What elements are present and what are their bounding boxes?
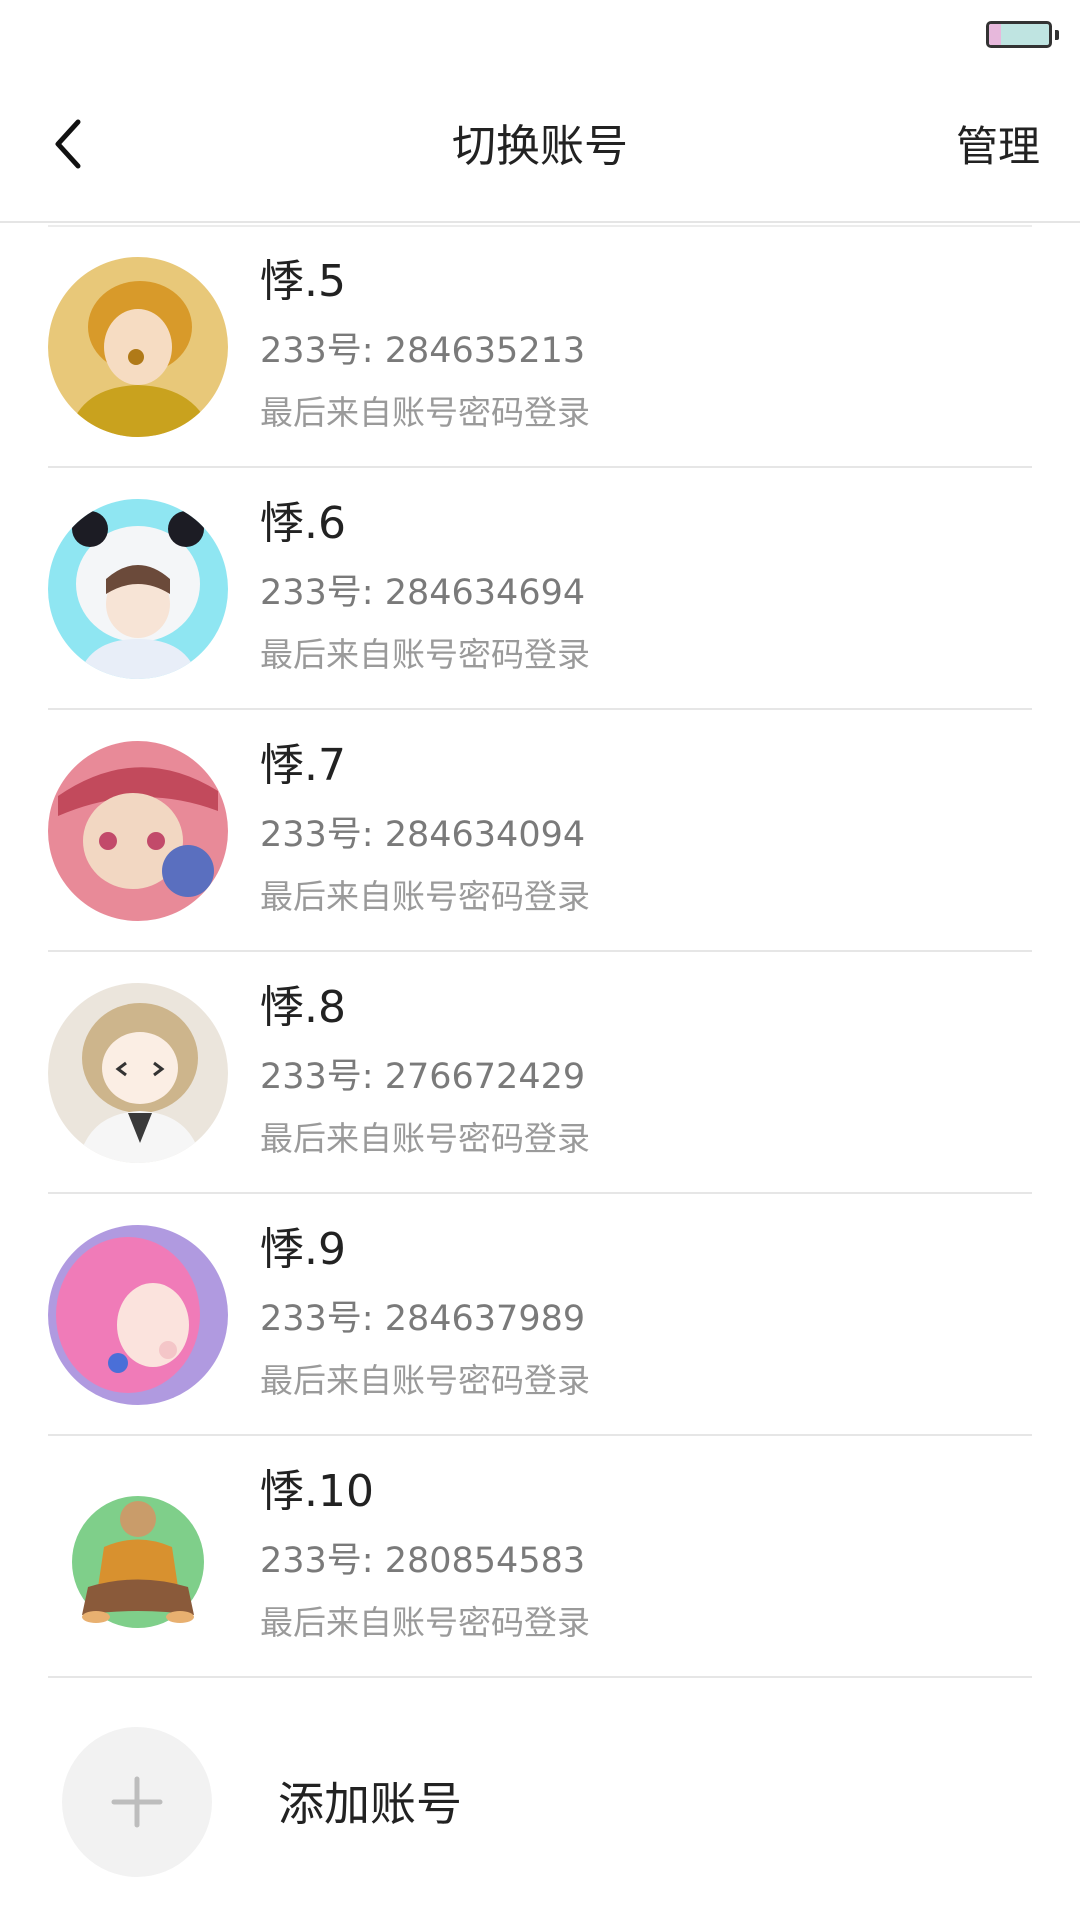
avatar	[48, 1225, 228, 1405]
account-name: 悸.6	[260, 498, 346, 549]
avatar	[48, 499, 228, 679]
account-id: 233号: 276672429	[260, 1057, 586, 1097]
avatar-pants	[82, 1579, 194, 1615]
account-item[interactable]: 悸.5 233号: 284635213 最后来自账号密码登录	[0, 226, 1080, 468]
add-account-button[interactable]: 添加账号	[0, 1700, 1080, 1880]
account-id: 233号: 280854583	[260, 1541, 586, 1581]
avatar	[48, 257, 228, 437]
account-login-method: 最后来自账号密码登录	[260, 877, 590, 916]
avatar	[48, 1467, 228, 1647]
avatar-face	[102, 1032, 178, 1104]
account-login-method: 最后来自账号密码登录	[260, 393, 590, 432]
account-name: 悸.5	[260, 256, 346, 307]
avatar-cake	[162, 845, 214, 897]
status-bar	[0, 0, 1080, 75]
battery-icon	[986, 21, 1052, 48]
avatar-shoe-left	[82, 1611, 110, 1623]
avatar-image	[48, 1225, 228, 1405]
account-name: 悸.9	[260, 1224, 346, 1275]
avatar-image	[48, 499, 228, 679]
account-id: 233号: 284637989	[260, 1299, 586, 1339]
add-account-circle	[62, 1727, 212, 1877]
avatar-face	[104, 309, 172, 385]
battery-level-fill	[989, 24, 1001, 45]
page-title: 切换账号	[452, 121, 628, 172]
avatar-blush	[159, 1341, 177, 1359]
avatar-panda-ear-left	[72, 511, 108, 547]
avatar-flower	[108, 1353, 128, 1373]
battery-tip	[1055, 30, 1059, 40]
account-id: 233号: 284634094	[260, 815, 586, 855]
account-name: 悸.10	[260, 1466, 374, 1517]
avatar-shoe-right	[166, 1611, 194, 1623]
avatar-face	[117, 1283, 189, 1367]
avatar-panda-ear-right	[168, 511, 204, 547]
avatar-image	[48, 257, 228, 437]
avatar-image	[48, 1467, 228, 1647]
add-account-label: 添加账号	[278, 1777, 462, 1831]
avatar-image	[48, 741, 228, 921]
account-name: 悸.7	[260, 740, 346, 791]
account-id: 233号: 284634694	[260, 573, 586, 613]
avatar-eye-left	[99, 832, 117, 850]
avatar-head	[120, 1501, 156, 1537]
account-name: 悸.8	[260, 982, 346, 1033]
account-list: 悸.5 233号: 284635213 最后来自账号密码登录 悸.6 233号:…	[0, 226, 1080, 1678]
manage-button[interactable]: 管理	[956, 115, 1040, 179]
account-id: 233号: 284635213	[260, 331, 586, 371]
account-item[interactable]: 悸.10 233号: 280854583 最后来自账号密码登录	[0, 1436, 1080, 1678]
account-item[interactable]: 悸.7 233号: 284634094 最后来自账号密码登录	[0, 710, 1080, 952]
account-login-method: 最后来自账号密码登录	[260, 635, 590, 674]
account-item[interactable]: 悸.9 233号: 284637989 最后来自账号密码登录	[0, 1194, 1080, 1436]
avatar	[48, 983, 228, 1163]
avatar	[48, 741, 228, 921]
account-item[interactable]: 悸.8 233号: 276672429 最后来自账号密码登录	[0, 952, 1080, 1194]
account-login-method: 最后来自账号密码登录	[260, 1603, 590, 1642]
nav-bar: 切换账号 管理	[0, 75, 1080, 223]
plus-icon	[111, 1776, 163, 1828]
account-login-method: 最后来自账号密码登录	[260, 1361, 590, 1400]
avatar-image	[48, 983, 228, 1163]
avatar-eye-right	[147, 832, 165, 850]
account-login-method: 最后来自账号密码登录	[260, 1119, 590, 1158]
avatar-lollipop	[128, 349, 144, 365]
account-item[interactable]: 悸.6 233号: 284634694 最后来自账号密码登录	[0, 468, 1080, 710]
